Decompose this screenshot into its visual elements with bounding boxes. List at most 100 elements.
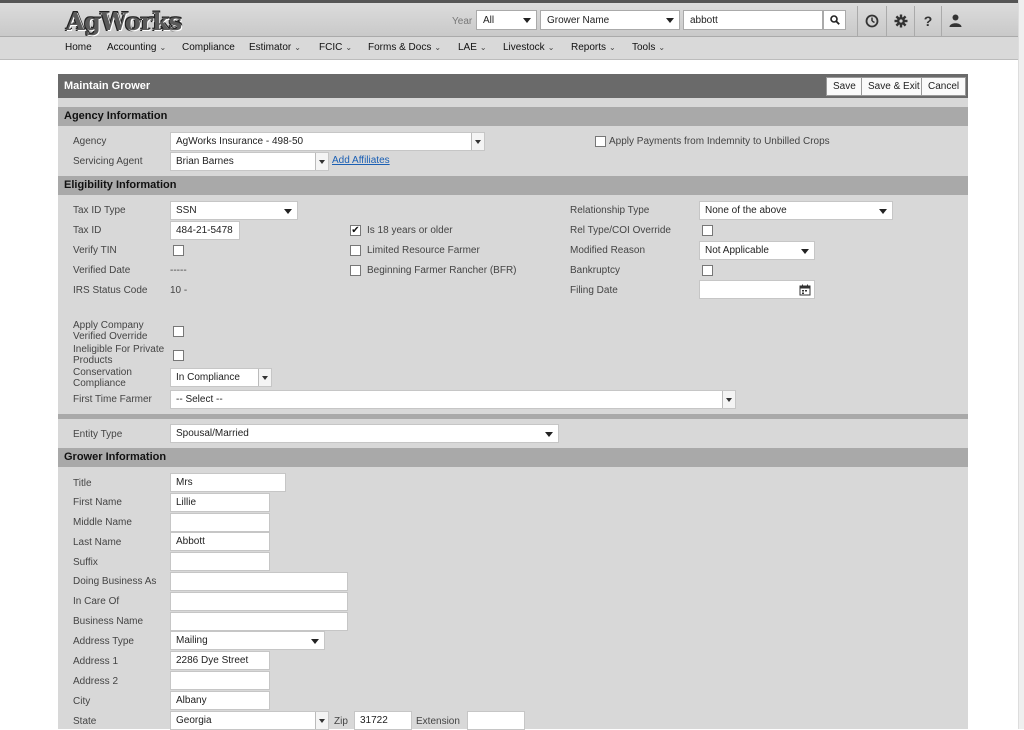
title-input[interactable]: Mrs — [170, 473, 286, 492]
bfr-checkbox[interactable] — [350, 265, 361, 276]
last-name-input[interactable]: Abbott — [170, 532, 270, 551]
nav-compliance[interactable]: Compliance — [182, 42, 235, 53]
settings-button[interactable] — [889, 10, 913, 34]
year-select[interactable]: All — [476, 10, 537, 30]
chevron-down-icon — [666, 18, 674, 23]
bfr-label: Beginning Farmer Rancher (BFR) — [367, 265, 517, 276]
entity-type-select[interactable]: Spousal/Married — [170, 424, 559, 443]
conservation-value: In Compliance — [176, 372, 240, 383]
nav-lae[interactable]: LAE ⌄ — [458, 42, 487, 53]
nav-reports[interactable]: Reports ⌄ — [571, 42, 616, 53]
suffix-input[interactable] — [170, 552, 270, 571]
tax-id-type-select[interactable]: SSN — [170, 201, 298, 220]
verify-tin-checkbox[interactable] — [173, 245, 184, 256]
state-select[interactable]: Georgia — [170, 711, 329, 730]
user-button[interactable] — [943, 10, 967, 34]
chevron-down-icon — [315, 712, 328, 729]
ineligible-private-checkbox[interactable] — [173, 350, 184, 361]
city-input[interactable]: Albany — [170, 691, 270, 710]
history-icon — [865, 14, 879, 28]
nav-fcic-label: FCIC — [319, 42, 343, 53]
suffix-label: Suffix — [73, 557, 98, 568]
business-name-input[interactable] — [170, 612, 348, 631]
nav-tools-label: Tools — [632, 42, 656, 53]
filing-date-input[interactable] — [699, 280, 815, 299]
tax-id-type-label: Tax ID Type — [73, 205, 126, 216]
last-name-label: Last Name — [73, 537, 122, 548]
search-type-select[interactable]: Grower Name — [540, 10, 680, 30]
chevron-down-icon — [315, 153, 328, 170]
nav-lae-label: LAE — [458, 42, 477, 53]
divider — [914, 6, 915, 37]
address1-value: 2286 Dye Street — [176, 655, 249, 666]
is-18-checkbox[interactable]: ✔ — [350, 225, 361, 236]
check-icon: ✔ — [351, 225, 360, 236]
bankruptcy-checkbox[interactable] — [702, 265, 713, 276]
is-18-label: Is 18 years or older — [367, 225, 453, 236]
nav-accounting[interactable]: Accounting ⌄ — [107, 42, 166, 53]
dba-label: Doing Business As — [73, 576, 157, 587]
nav-forms-docs[interactable]: Forms & Docs ⌄ — [368, 42, 441, 53]
rel-override-checkbox[interactable] — [702, 225, 713, 236]
verify-tin-label: Verify TIN — [73, 245, 117, 256]
modified-reason-label: Modified Reason — [570, 245, 646, 256]
extension-label: Extension — [416, 716, 460, 727]
relationship-type-select[interactable]: None of the above — [699, 201, 893, 220]
zip-input[interactable]: 31722 — [354, 711, 412, 730]
nav-livestock-label: Livestock — [503, 42, 545, 53]
search-button[interactable] — [823, 10, 846, 30]
rel-override-label: Rel Type/COI Override — [570, 225, 671, 236]
dba-input[interactable] — [170, 572, 348, 591]
bankruptcy-label: Bankruptcy — [570, 265, 621, 276]
year-select-value: All — [483, 15, 495, 26]
address-type-select[interactable]: Mailing — [170, 631, 325, 650]
nav-accounting-label: Accounting — [107, 42, 157, 53]
middle-name-input[interactable] — [170, 513, 270, 532]
first-time-farmer-select[interactable]: -- Select -- — [170, 390, 736, 409]
agency-select[interactable]: AgWorks Insurance - 498-50 — [170, 132, 485, 151]
eligibility-section-header: Eligibility Information — [58, 176, 968, 195]
nav-livestock[interactable]: Livestock ⌄ — [503, 42, 554, 53]
apply-payments-checkbox[interactable] — [595, 136, 606, 147]
nav-tools[interactable]: Tools ⌄ — [632, 42, 665, 53]
care-of-input[interactable] — [170, 592, 348, 611]
address2-input[interactable] — [170, 671, 270, 690]
apply-payments-label: Apply Payments from Indemnity to Unbille… — [609, 136, 830, 147]
chevron-down-icon: ⌄ — [345, 43, 353, 52]
apply-company-checkbox[interactable] — [173, 326, 184, 337]
search-icon — [829, 15, 840, 25]
cancel-button[interactable]: Cancel — [921, 77, 967, 96]
extension-input[interactable] — [467, 711, 525, 730]
top-bar: AgWorks Year All Grower Name abbott ? — [0, 0, 1024, 37]
divider — [857, 6, 858, 37]
search-input[interactable]: abbott — [683, 10, 823, 30]
add-affiliates-link[interactable]: Add Affiliates — [332, 155, 390, 166]
address1-input[interactable]: 2286 Dye Street — [170, 651, 270, 670]
help-icon: ? — [923, 13, 933, 29]
relationship-type-value: None of the above — [705, 205, 787, 216]
first-name-input[interactable]: Lillie — [170, 493, 270, 512]
first-time-farmer-label: First Time Farmer — [73, 394, 152, 405]
agency-section-header: Agency Information — [58, 107, 968, 126]
year-label: Year — [452, 16, 473, 27]
conservation-select[interactable]: In Compliance — [170, 368, 272, 387]
save-button[interactable]: Save — [826, 77, 863, 96]
calendar-icon[interactable] — [799, 284, 811, 296]
modified-reason-select[interactable]: Not Applicable — [699, 241, 815, 260]
agworks-logo[interactable]: AgWorks — [66, 7, 182, 36]
first-name-value: Lillie — [176, 497, 197, 508]
address-type-value: Mailing — [176, 635, 208, 646]
nav-home[interactable]: Home — [65, 42, 92, 53]
nav-fcic[interactable]: FCIC ⌄ — [319, 42, 352, 53]
save-exit-button[interactable]: Save & Exit — [861, 77, 927, 96]
middle-name-label: Middle Name — [73, 517, 132, 528]
tax-id-input[interactable]: 484-21-5478 — [170, 221, 240, 240]
chevron-down-icon: ⌄ — [294, 43, 301, 52]
servicing-agent-select[interactable]: Brian Barnes — [170, 152, 329, 171]
help-button[interactable]: ? — [916, 10, 940, 34]
irs-status-label: IRS Status Code — [73, 285, 148, 296]
entity-type-label: Entity Type — [73, 429, 123, 440]
limited-resource-checkbox[interactable] — [350, 245, 361, 256]
history-button[interactable] — [860, 10, 884, 34]
nav-estimator[interactable]: Estimator ⌄ — [249, 42, 301, 53]
